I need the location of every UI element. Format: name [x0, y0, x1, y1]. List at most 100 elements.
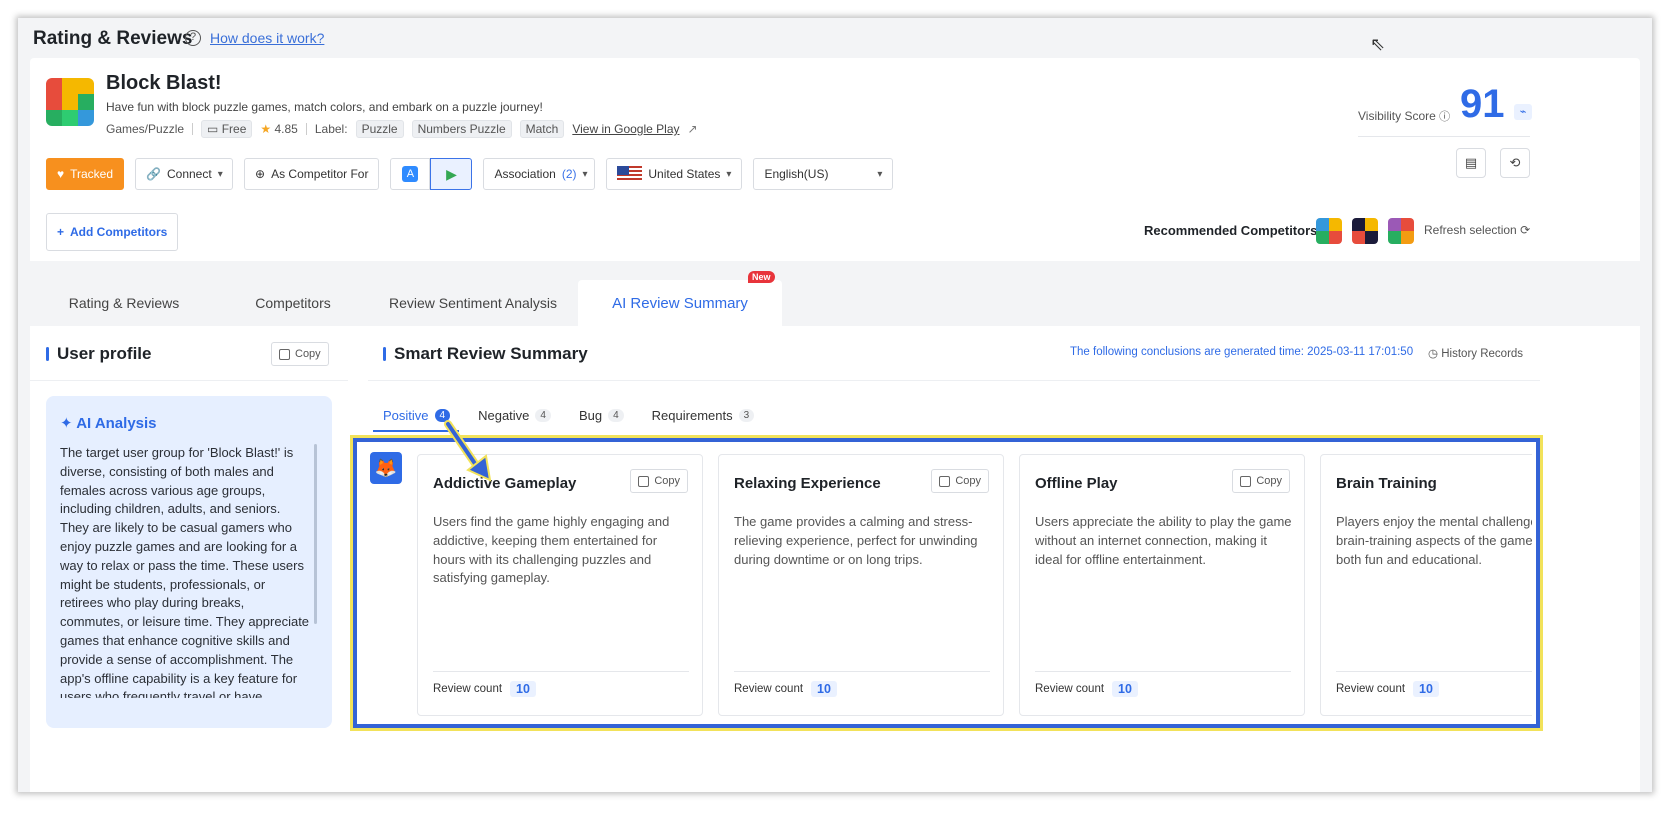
copy-icon: [279, 348, 290, 360]
plus-circle-icon: ⊕: [255, 167, 266, 181]
annotation-arrow-icon: [444, 420, 492, 482]
tracked-button[interactable]: ♥ Tracked: [46, 158, 125, 190]
chevron-down-icon: ▾: [877, 168, 883, 180]
summary-card: Offline Play Copy Users appreciate the a…: [1019, 454, 1305, 716]
app-window: Rating & Reviews ? How does it work? ⇖ B…: [18, 18, 1652, 792]
store-switch: A ▶: [390, 158, 473, 190]
review-count: Review count 10: [433, 681, 536, 697]
app-description: Have fun with block puzzle games, match …: [106, 100, 543, 114]
copy-icon: [638, 475, 650, 487]
subtab-bug[interactable]: Bug 4: [579, 408, 624, 423]
price-chip: ▭ Free: [201, 120, 253, 138]
competitor-app-icon[interactable]: [1388, 218, 1414, 244]
ai-analysis-title: ✦ AI Analysis: [60, 415, 157, 432]
divider: [1035, 671, 1291, 672]
summary-card: Relaxing Experience Copy The game provid…: [718, 454, 1004, 716]
subtab-requirements[interactable]: Requirements 3: [652, 408, 755, 423]
top-bar: Rating & Reviews ? How does it work? ⇖: [18, 18, 1652, 58]
card-clip: Brain Training Players enjoy the mental …: [1320, 454, 1532, 718]
summary-card: Brain Training Players enjoy the mental …: [1320, 454, 1532, 716]
app-meta: Games/Puzzle ▭ Free ★ 4.85 Label: Puzzle…: [106, 120, 698, 138]
google-play-link[interactable]: View in Google Play: [572, 122, 679, 136]
copy-button[interactable]: Copy: [931, 469, 989, 493]
divider: [1358, 136, 1530, 137]
copy-icon: [1240, 475, 1252, 487]
card-title: Relaxing Experience: [734, 475, 881, 492]
copy-icon: [939, 475, 951, 487]
ai-bot-icon: 🦊: [370, 452, 402, 484]
app-store-icon[interactable]: A: [390, 158, 431, 190]
app-category: Games/Puzzle: [106, 122, 185, 136]
copy-button[interactable]: Copy: [271, 342, 329, 366]
review-count: Review count 10: [1035, 681, 1138, 697]
label-chip[interactable]: Puzzle: [355, 120, 404, 138]
competitor-app-icon[interactable]: [1352, 218, 1378, 244]
generated-time: The following conclusions are generated …: [1070, 346, 1414, 358]
card-description: Players enjoy the mental challenge and b…: [1336, 514, 1532, 567]
copy-button[interactable]: Copy: [630, 469, 688, 493]
report-icon[interactable]: ▤: [1456, 148, 1486, 178]
divider: [734, 671, 990, 672]
history-icon: ◷: [1428, 348, 1439, 360]
chevron-down-icon: ▾: [217, 168, 223, 180]
ai-analysis-text: The target user group for 'Block Blast!'…: [60, 445, 310, 698]
visibility-score: 91: [1460, 82, 1505, 126]
country-dropdown[interactable]: United States ▾: [606, 158, 743, 190]
sparkle-icon: ✦: [60, 415, 73, 432]
external-link-icon[interactable]: ↗: [688, 122, 698, 136]
review-count: Review count 10: [1336, 681, 1439, 697]
divider: [368, 380, 1540, 381]
card-title: Offline Play: [1035, 475, 1118, 492]
question-circle-icon[interactable]: ?: [185, 30, 201, 46]
refresh-selection-button[interactable]: Refresh selection ⟳: [1424, 223, 1530, 237]
trend-icon[interactable]: ⌁: [1514, 104, 1532, 120]
scrollbar[interactable]: [314, 444, 317, 624]
card-description: Users find the game highly engaging and …: [433, 514, 670, 586]
chevron-down-icon: ▾: [582, 168, 588, 180]
review-count: Review count 10: [734, 681, 837, 697]
refresh-icon: ⟳: [1520, 223, 1531, 237]
app-name: Block Blast!: [106, 72, 222, 94]
user-profile-title: User profile: [46, 344, 151, 364]
label-chip[interactable]: Numbers Puzzle: [411, 120, 512, 138]
app-icon: [46, 78, 94, 126]
divider: [305, 123, 307, 135]
new-badge: New: [748, 271, 775, 283]
connect-button[interactable]: 🔗 Connect ▾: [135, 158, 234, 190]
copy-button[interactable]: Copy: [1232, 469, 1290, 493]
page-title: Rating & Reviews: [33, 28, 193, 49]
action-row: ♥ Tracked 🔗 Connect ▾ ⊕ As Competitor For A …: [46, 158, 894, 190]
google-play-icon[interactable]: ▶: [430, 158, 473, 190]
plus-icon: +: [57, 225, 65, 239]
tab-rating-reviews[interactable]: Rating & Reviews: [30, 280, 218, 326]
label-chip[interactable]: Match: [519, 120, 565, 138]
tab-review-sentiment[interactable]: Review Sentiment Analysis: [368, 280, 578, 326]
content-panel: User profile Copy ✦ AI Analysis The targ…: [30, 326, 1640, 792]
card-description: The game provides a calming and stress-r…: [734, 514, 978, 567]
competitor-for-button[interactable]: ⊕ As Competitor For: [244, 158, 380, 190]
heart-icon: ♥: [57, 167, 65, 181]
star-icon: ★: [260, 122, 272, 136]
language-dropdown[interactable]: English(US) ▾: [753, 158, 894, 190]
card-description: Users appreciate the ability to play the…: [1035, 514, 1292, 567]
divider: [30, 380, 348, 381]
history-records-button[interactable]: ◷ History Records: [1428, 346, 1523, 360]
how-it-works-link[interactable]: How does it work?: [210, 30, 324, 46]
app-info-card: Block Blast! Have fun with block puzzle …: [30, 58, 1640, 206]
label-prefix: Label:: [314, 122, 348, 136]
link-icon: 🔗: [146, 167, 161, 181]
smart-summary-title: Smart Review Summary: [383, 344, 588, 364]
competitor-app-icon[interactable]: [1316, 218, 1342, 244]
add-competitors-button[interactable]: + Add Competitors: [46, 213, 179, 251]
tab-ai-review-summary[interactable]: AI Review Summary: [578, 280, 782, 326]
us-flag-icon: [617, 166, 643, 182]
compare-icon[interactable]: ⟲: [1500, 148, 1530, 178]
tabs: Rating & Reviews Competitors Review Sent…: [30, 280, 1640, 326]
mouse-cursor-icon: ⇖: [1370, 34, 1386, 54]
visibility-label: Visibility Score ⓘ: [1358, 109, 1451, 123]
divider: [192, 123, 194, 135]
summary-card: Addictive Gameplay Copy Users find the g…: [417, 454, 703, 716]
tab-competitors[interactable]: Competitors: [218, 280, 368, 326]
association-dropdown[interactable]: Association (2) ▾: [483, 158, 596, 190]
ai-analysis-panel: ✦ AI Analysis The target user group for …: [46, 396, 332, 728]
